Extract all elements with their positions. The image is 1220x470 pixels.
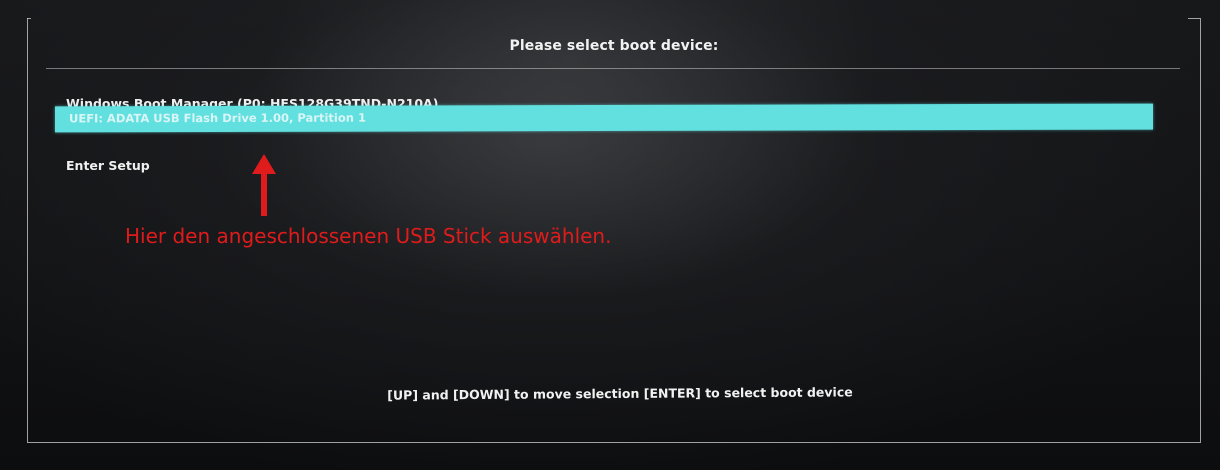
- frame-corner-left: [27, 18, 31, 19]
- arrow-up-icon: [252, 154, 276, 216]
- frame-corner-right: [1188, 18, 1200, 19]
- title-divider: [46, 68, 1180, 69]
- boot-option-usb-flash-drive[interactable]: UEFI: ADATA USB Flash Drive 1.00, Partit…: [55, 103, 1153, 133]
- boot-device-screen: Please select boot device: Windows Boot …: [0, 0, 1220, 470]
- annotation-text: Hier den angeschlossenen USB Stick auswä…: [125, 224, 612, 248]
- page-title: Please select boot device:: [509, 38, 719, 54]
- boot-option-usb-label: UEFI: ADATA USB Flash Drive 1.00, Partit…: [69, 110, 366, 126]
- boot-option-enter-setup[interactable]: Enter Setup: [66, 158, 150, 173]
